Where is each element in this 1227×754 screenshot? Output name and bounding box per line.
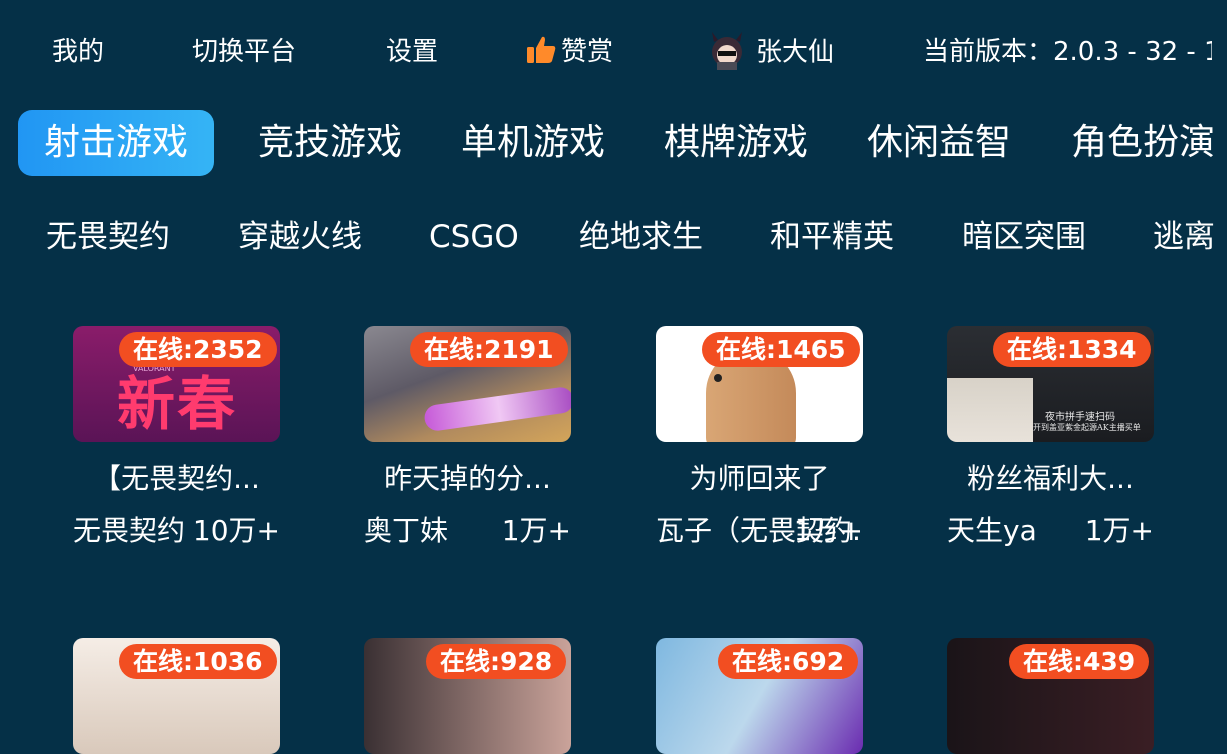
viewer-count: 1万+ [793,514,863,547]
stream-card[interactable]: 在线:1465 为师回来了 瓦子（无畏契约. 1万+ [656,326,863,550]
stream-thumbnail[interactable]: VALORANT 新春 在线:2352 [73,326,280,442]
version-label: 当前版本：2.0.3 - 32 - 12 [923,37,1212,67]
streamer-name: 奥丁妹 [364,514,449,547]
subtab-pubg[interactable]: 绝地求生 [579,212,703,262]
switch-platform-button[interactable]: 切换平台 [192,34,296,70]
online-badge: 在线:2191 [410,332,568,367]
thumbnail-text: 新春 [117,370,238,438]
viewer-count: 1万+ [501,514,571,547]
stream-card[interactable]: 在线:2191 昨天掉的分... 奥丁妹 1万+ [364,326,571,550]
online-badge: 在线:1334 [993,332,1151,367]
subtab-crossfire[interactable]: 穿越火线 [238,212,362,262]
stream-thumbnail[interactable]: 在线:1036 [73,638,280,754]
stream-thumbnail[interactable]: 夜市拼手速扫码 开到盖亚紫金起源AK主播买单 在线:1334 [947,326,1154,442]
stream-meta: 瓦子（无畏契约. 1万+ [656,512,863,550]
category-tabs: 射击游戏 竞技游戏 单机游戏 棋牌游戏 休闲益智 角色扮演 [0,110,1227,178]
stream-meta: 奥丁妹 1万+ [364,512,571,550]
webcam-feed [947,378,1033,442]
stream-card[interactable]: 在线:1036 [73,638,280,754]
mine-button[interactable]: 我的 [52,34,104,70]
online-badge: 在线:439 [1009,644,1150,679]
subtab-arena-breakout[interactable]: 暗区突围 [962,212,1086,262]
stream-card[interactable]: 在线:928 [364,638,571,754]
online-badge: 在线:1465 [702,332,860,367]
stream-thumbnail[interactable]: 在线:2191 [364,326,571,442]
stream-card[interactable]: 夜市拼手速扫码 开到盖亚紫金起源AK主播买单 在线:1334 粉丝福利大... … [947,326,1154,550]
settings-button[interactable]: 设置 [386,34,438,70]
reward-button[interactable]: 赞赏 [525,34,613,70]
user-name: 张大仙 [756,37,835,68]
stream-card[interactable]: 在线:439 [947,638,1154,754]
stream-title: 粉丝福利大... [967,462,1134,495]
stream-card[interactable]: 在线:692 [656,638,863,754]
tab-role-playing[interactable]: 角色扮演 [1071,110,1215,176]
stream-meta: 天生ya 1万+ [947,512,1154,550]
stream-thumbnail[interactable]: 在线:1465 [656,326,863,442]
stream-thumbnail[interactable]: 在线:928 [364,638,571,754]
cartoon-eye [714,374,722,382]
streamer-name: 无畏契约 [73,514,186,547]
subtab-valorant[interactable]: 无畏契约 [46,212,170,262]
user-profile[interactable]: 张大仙 [704,32,835,70]
viewer-count: 1万+ [1084,514,1154,547]
stream-card[interactable]: VALORANT 新春 在线:2352 【无畏契约... 无畏契约 10万+ [73,326,280,550]
streamer-name: 天生ya [947,514,1037,547]
thumbnail-caption: 开到盖亚紫金起源AK主播买单 [1033,423,1141,432]
viewer-count: 10万+ [192,514,280,547]
subcategory-tabs: 无畏契约 穿越火线 CSGO 绝地求生 和平精英 暗区突围 逃离 [0,212,1227,262]
tab-competitive-games[interactable]: 竞技游戏 [258,110,402,176]
stream-title: 为师回来了 [689,462,830,495]
user-avatar [712,32,742,70]
subtab-peace-elite[interactable]: 和平精英 [770,212,894,262]
tab-single-player-games[interactable]: 单机游戏 [461,110,605,176]
online-badge: 在线:692 [718,644,859,679]
stream-thumbnail[interactable]: 在线:439 [947,638,1154,754]
tab-board-card-games[interactable]: 棋牌游戏 [664,110,808,176]
stream-title: 【无畏契约... [93,462,260,495]
subtab-csgo[interactable]: CSGO [429,212,519,262]
stream-meta: 无畏契约 10万+ [73,512,280,550]
tab-casual-puzzle[interactable]: 休闲益智 [867,110,1011,176]
online-badge: 在线:1036 [119,644,277,679]
stream-thumbnail[interactable]: 在线:692 [656,638,863,754]
online-badge: 在线:928 [426,644,567,679]
stream-title: 昨天掉的分... [384,462,551,495]
reward-label: 赞赏 [561,37,614,67]
tab-shooting-games[interactable]: 射击游戏 [18,110,215,176]
weapon-graphic [422,385,571,433]
thumbnail-text: 夜市拼手速扫码 [1045,412,1115,423]
online-badge: 在线:2352 [119,332,277,367]
thumbs-up-icon [527,36,556,63]
top-bar: 我的 切换平台 设置 赞赏 张大仙 当前版本：2.0.3 - 32 - 12 [0,0,1227,100]
subtab-escape[interactable]: 逃离 [1153,212,1215,262]
